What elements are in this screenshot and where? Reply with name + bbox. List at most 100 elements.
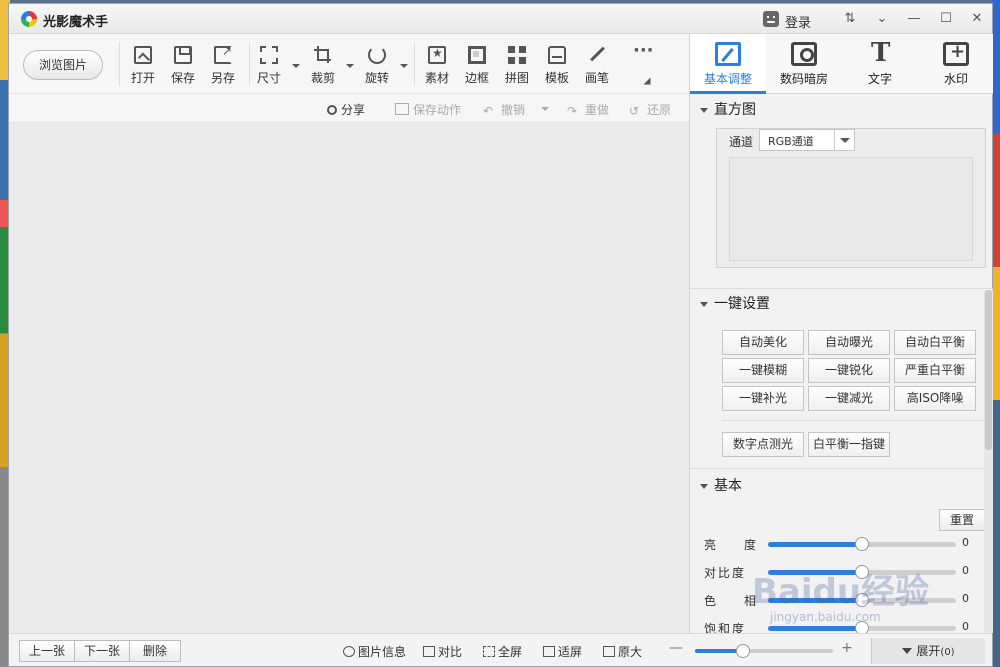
- open-button[interactable]: 打开: [123, 44, 163, 90]
- histogram-section-header[interactable]: 直方图: [694, 98, 978, 122]
- high-iso-denoise-button[interactable]: 高ISO降噪: [894, 386, 976, 411]
- panel-scrollbar-thumb[interactable]: [985, 290, 992, 450]
- channel-select[interactable]: RGB通道: [759, 129, 855, 151]
- brightness-slider[interactable]: [768, 537, 956, 551]
- rotate-dropdown-icon[interactable]: [400, 64, 408, 68]
- delete-button[interactable]: 删除: [129, 640, 181, 662]
- browse-images-button[interactable]: 浏览图片: [23, 50, 103, 80]
- skin-switch-button[interactable]: ⇅: [835, 8, 865, 30]
- tab-watermark-label: 水印: [943, 72, 968, 86]
- action-bar: 分享 保存动作 ↶ 撤销 ↷ 重做 ↺ 还原: [9, 95, 689, 123]
- contrast-handle[interactable]: [855, 565, 869, 579]
- white-balance-finger-button[interactable]: 白平衡一指键: [808, 432, 890, 457]
- previous-image-button[interactable]: 上一张: [19, 640, 75, 662]
- tab-watermark[interactable]: 水印: [918, 34, 994, 94]
- reduce-light-button[interactable]: 一键减光: [808, 386, 890, 411]
- panel-scrollbar[interactable]: [984, 290, 993, 633]
- chevron-down-icon: [834, 130, 854, 150]
- more-tools-button[interactable]: [621, 40, 661, 90]
- maximize-button[interactable]: ☐: [931, 8, 961, 30]
- tab-text[interactable]: 文字: [842, 34, 918, 94]
- text-icon: [867, 38, 893, 68]
- one-click-blur-button[interactable]: 一键模糊: [722, 358, 804, 383]
- save-label: 保存: [170, 71, 195, 85]
- digital-darkroom-icon: [791, 42, 817, 66]
- brush-icon: [588, 46, 606, 64]
- restore-button[interactable]: ↺ 还原: [629, 101, 671, 118]
- resize-button[interactable]: 尺寸: [249, 44, 289, 90]
- close-button[interactable]: ✕: [962, 8, 992, 30]
- basic-section-header[interactable]: 基本: [694, 474, 978, 498]
- fullscreen-button[interactable]: 全屏: [483, 643, 522, 660]
- save-as-button[interactable]: 另存: [203, 44, 243, 90]
- zoom-slider[interactable]: [695, 644, 833, 658]
- zoom-out-button[interactable]: —: [669, 640, 683, 656]
- app-title: 光影魔术手: [43, 15, 109, 30]
- material-icon: [428, 46, 446, 64]
- hue-label: 色 相: [704, 594, 765, 608]
- section-divider: [690, 288, 993, 289]
- crop-dropdown-icon[interactable]: [346, 64, 354, 68]
- brightness-handle[interactable]: [855, 537, 869, 551]
- one-click-sharpen-button[interactable]: 一键锐化: [808, 358, 890, 383]
- corner-expand-icon[interactable]: [643, 77, 651, 85]
- menu-dropdown-button[interactable]: ⌄: [867, 8, 897, 30]
- resize-icon: [260, 46, 278, 64]
- redo-button[interactable]: ↷ 重做: [567, 101, 609, 118]
- expand-button[interactable]: 展开(0): [871, 638, 985, 664]
- expand-count: (0): [940, 647, 955, 658]
- image-canvas[interactable]: [9, 123, 689, 633]
- zoom-handle[interactable]: [736, 644, 751, 658]
- channel-label: 通道: [729, 135, 754, 149]
- brush-button[interactable]: 画笔: [577, 44, 617, 90]
- severe-white-balance-button[interactable]: 严重白平衡: [894, 358, 976, 383]
- auto-exposure-button[interactable]: 自动曝光: [808, 330, 890, 355]
- auto-white-balance-button[interactable]: 自动白平衡: [894, 330, 976, 355]
- rotate-button[interactable]: 旋转: [357, 44, 397, 90]
- resize-dropdown-icon[interactable]: [292, 64, 300, 68]
- zoom-in-button[interactable]: +: [841, 640, 853, 656]
- hue-handle[interactable]: [855, 593, 869, 607]
- compare-button[interactable]: 对比: [423, 643, 462, 660]
- next-image-button[interactable]: 下一张: [74, 640, 130, 662]
- share-label: 分享: [341, 103, 366, 117]
- auto-beautify-button[interactable]: 自动美化: [722, 330, 804, 355]
- login-link[interactable]: 登录: [785, 12, 811, 31]
- toolbar-divider: [119, 42, 120, 86]
- material-button[interactable]: 素材: [417, 44, 457, 90]
- share-button[interactable]: 分享: [327, 101, 365, 118]
- collage-button[interactable]: 拼图: [497, 44, 537, 90]
- crop-button[interactable]: 裁剪: [303, 44, 343, 90]
- tab-basic-adjust[interactable]: 基本调整: [690, 34, 766, 94]
- minimize-button[interactable]: —: [899, 8, 929, 30]
- fullscreen-icon: [483, 646, 495, 657]
- save-action-icon: [395, 103, 409, 115]
- original-size-button[interactable]: 原大: [603, 643, 642, 660]
- image-info-button[interactable]: 图片信息: [343, 643, 406, 660]
- brush-label: 画笔: [584, 71, 609, 85]
- save-as-icon: [214, 44, 232, 64]
- spot-metering-button[interactable]: 数字点测光: [722, 432, 804, 457]
- fill-light-button[interactable]: 一键补光: [722, 386, 804, 411]
- saturation-slider-row: 饱和度 0: [704, 618, 974, 633]
- one-click-section-header[interactable]: 一键设置: [694, 292, 978, 316]
- saturation-handle[interactable]: [855, 621, 869, 633]
- compare-icon: [423, 646, 435, 657]
- hue-slider[interactable]: [768, 593, 956, 607]
- contrast-slider[interactable]: [768, 565, 956, 579]
- undo-button[interactable]: ↶ 撤销: [483, 101, 525, 118]
- saturation-slider[interactable]: [768, 621, 956, 633]
- template-label: 模板: [544, 71, 569, 85]
- user-avatar-icon[interactable]: [763, 11, 779, 27]
- undo-dropdown-icon[interactable]: [541, 107, 549, 111]
- save-button[interactable]: 保存: [163, 44, 203, 90]
- fit-screen-button[interactable]: 适屏: [543, 643, 582, 660]
- tab-basic-adjust-label: 基本调整: [703, 72, 752, 86]
- original-size-label: 原大: [618, 645, 643, 659]
- border-button[interactable]: 边框: [457, 44, 497, 90]
- save-action-button[interactable]: 保存动作: [395, 101, 461, 118]
- tab-digital-darkroom[interactable]: 数码暗房: [766, 34, 842, 94]
- reset-button[interactable]: 重置: [939, 509, 985, 531]
- template-button[interactable]: 模板: [537, 44, 577, 90]
- brightness-label: 亮 度: [704, 538, 765, 552]
